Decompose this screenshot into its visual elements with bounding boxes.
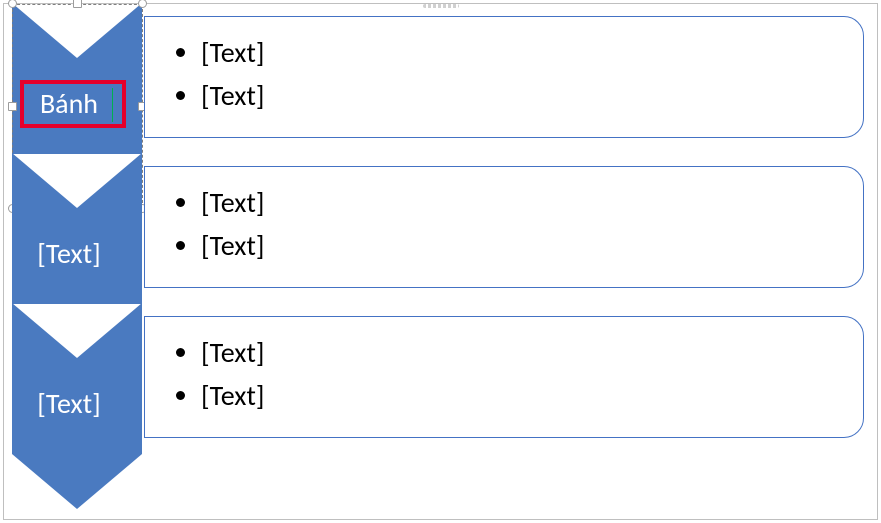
- selection-handle[interactable]: [73, 0, 82, 8]
- smartart-canvas[interactable]: Bánh [Text] [Text]: [3, 3, 878, 520]
- list-item[interactable]: [Text]: [201, 374, 843, 417]
- smartart-row: Bánh [Text] [Text]: [4, 4, 877, 176]
- list-item[interactable]: [Text]: [201, 31, 843, 74]
- bullet-list: [Text] [Text]: [171, 31, 843, 118]
- chevron-down-icon: [12, 304, 142, 509]
- list-item[interactable]: [Text]: [201, 74, 843, 117]
- content-panel[interactable]: [Text] [Text]: [144, 166, 864, 288]
- smartart-row: [Text] [Text] [Text]: [4, 154, 877, 326]
- list-item[interactable]: [Text]: [201, 224, 843, 267]
- smartart-row: [Text] [Text] [Text]: [4, 304, 877, 476]
- content-panel[interactable]: [Text] [Text]: [144, 316, 864, 438]
- selection-handle[interactable]: [8, 102, 17, 111]
- bullet-list: [Text] [Text]: [171, 331, 843, 418]
- content-panel[interactable]: [Text] [Text]: [144, 16, 864, 138]
- text-caret: [112, 88, 113, 122]
- chevron-shape[interactable]: [12, 304, 142, 509]
- list-item[interactable]: [Text]: [201, 181, 843, 224]
- selection-handle[interactable]: [138, 0, 147, 8]
- bullet-list: [Text] [Text]: [171, 181, 843, 268]
- list-item[interactable]: [Text]: [201, 331, 843, 374]
